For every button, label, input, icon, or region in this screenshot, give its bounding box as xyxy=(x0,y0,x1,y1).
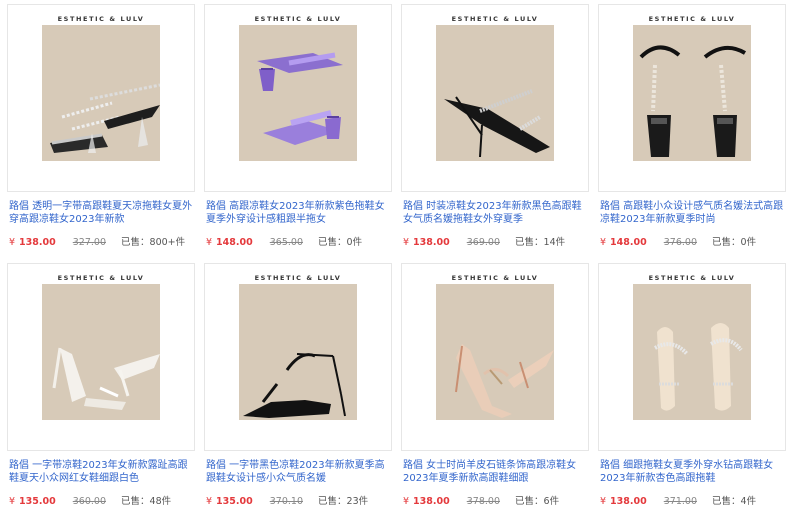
product-title-link[interactable]: 路倡 一字带黑色凉鞋2023年新款夏季高跟鞋女设计感小众气质名媛 xyxy=(206,459,390,485)
currency-symbol: ¥ xyxy=(9,496,16,507)
sold-count: 已售：6件 xyxy=(515,496,560,507)
product-title-link[interactable]: 路倡 一字带凉鞋2023年女新款露趾高跟鞋夏天小众网红女鞋细跟白色 xyxy=(9,459,193,485)
currency-symbol: ¥ xyxy=(403,496,410,507)
product-title-link[interactable]: 路倡 高跟鞋小众设计感气质名媛法式高跟凉鞋2023年新款夏季时尚 xyxy=(600,200,784,226)
product-meta: ¥148.00 365.00 已售：0件 xyxy=(206,236,390,250)
product-price: 138.00 xyxy=(413,237,450,248)
beige-crystal-heel-mule-image[interactable] xyxy=(633,284,751,420)
product-card[interactable]: ESTHETIC & LULV 路倡 时装凉鞋女2023年新款黑色高跟鞋女气质名… xyxy=(401,4,589,250)
original-price: 360.00 xyxy=(72,496,106,507)
currency-symbol: ¥ xyxy=(206,237,213,248)
original-price: 371.00 xyxy=(663,496,697,507)
black-strappy-heel-image[interactable] xyxy=(239,284,357,420)
white-strappy-heel-image[interactable] xyxy=(42,284,160,420)
brand-label: ESTHETIC & LULV xyxy=(451,274,539,282)
product-card[interactable]: ESTHETIC & LULV 路倡 女士时尚羊皮石链条饰高跟凉鞋女2023年夏… xyxy=(401,263,589,509)
black-rhinestone-mule-image[interactable] xyxy=(436,25,554,161)
nude-chain-heel-image[interactable] xyxy=(436,284,554,420)
sold-count: 已售：0件 xyxy=(712,237,757,248)
sold-count: 已售：800+件 xyxy=(121,237,186,248)
product-meta: ¥148.00 376.00 已售：0件 xyxy=(600,236,784,250)
product-title-link[interactable]: 路倡 细跟拖鞋女夏季外穿水钻高跟鞋女2023年新款杏色高跟拖鞋 xyxy=(600,459,784,485)
black-pearl-ankle-strap-heel-image[interactable] xyxy=(633,25,751,161)
product-price: 138.00 xyxy=(610,496,647,507)
original-price: 327.00 xyxy=(72,237,106,248)
original-price: 378.00 xyxy=(466,496,500,507)
product-meta: ¥135.00 370.10 已售：23件 xyxy=(206,495,390,509)
product-price: 135.00 xyxy=(216,496,253,507)
brand-label: ESTHETIC & LULV xyxy=(57,274,145,282)
sold-count: 已售：48件 xyxy=(121,496,172,507)
product-meta: ¥138.00 378.00 已售：6件 xyxy=(403,495,587,509)
product-card[interactable]: ESTHETIC & LULV 路倡 高跟鞋小众设计感气质名媛法式高跟凉鞋202… xyxy=(598,4,786,250)
original-price: 365.00 xyxy=(269,237,303,248)
product-title-link[interactable]: 路倡 高跟凉鞋女2023年新款紫色拖鞋女夏季外穿设计感粗跟半拖女 xyxy=(206,200,390,226)
product-title-link[interactable]: 路倡 时装凉鞋女2023年新款黑色高跟鞋女气质名媛拖鞋女外穿夏季 xyxy=(403,200,587,226)
brand-label: ESTHETIC & LULV xyxy=(451,15,539,23)
clear-strap-heel-sandal-image[interactable] xyxy=(42,25,160,161)
product-image-frame[interactable]: ESTHETIC & LULV xyxy=(401,263,589,451)
product-image-frame[interactable]: ESTHETIC & LULV xyxy=(598,4,786,192)
brand-label: ESTHETIC & LULV xyxy=(648,274,736,282)
product-card[interactable]: ESTHETIC & LULV 路倡 高跟凉鞋女2023年新款紫色拖鞋女夏季外穿… xyxy=(204,4,392,250)
original-price: 370.10 xyxy=(269,496,303,507)
product-meta: ¥138.00 327.00 已售：800+件 xyxy=(9,236,193,250)
purple-block-heel-slide-image[interactable] xyxy=(239,25,357,161)
product-price: 135.00 xyxy=(19,496,56,507)
currency-symbol: ¥ xyxy=(206,496,213,507)
product-price: 138.00 xyxy=(19,237,56,248)
currency-symbol: ¥ xyxy=(600,496,607,507)
currency-symbol: ¥ xyxy=(403,237,410,248)
product-card[interactable]: ESTHETIC & LULV 路倡 一字带凉鞋2023年女新款露趾高跟鞋夏天小… xyxy=(7,263,195,509)
product-card[interactable]: ESTHETIC & LULV 路倡 一字带黑色凉鞋2023年新款夏季高跟鞋女设… xyxy=(204,263,392,509)
product-meta: ¥135.00 360.00 已售：48件 xyxy=(9,495,193,509)
brand-label: ESTHETIC & LULV xyxy=(254,274,342,282)
sold-count: 已售：23件 xyxy=(318,496,369,507)
product-image-frame[interactable]: ESTHETIC & LULV xyxy=(7,4,195,192)
product-card[interactable]: ESTHETIC & LULV 路倡 细跟拖鞋女夏季外穿水钻高跟鞋女2023年新… xyxy=(598,263,786,509)
original-price: 369.00 xyxy=(466,237,500,248)
sold-count: 已售：14件 xyxy=(515,237,566,248)
brand-label: ESTHETIC & LULV xyxy=(648,15,736,23)
product-meta: ¥138.00 371.00 已售：4件 xyxy=(600,495,784,509)
sold-count: 已售：4件 xyxy=(712,496,757,507)
original-price: 376.00 xyxy=(663,237,697,248)
currency-symbol: ¥ xyxy=(600,237,607,248)
product-title-link[interactable]: 路倡 女士时尚羊皮石链条饰高跟凉鞋女2023年夏季新款高跟鞋细跟 xyxy=(403,459,587,485)
product-grid: ESTHETIC & LULV 路倡 透明一字带高跟鞋夏天凉拖鞋女夏外穿高跟凉鞋… xyxy=(0,0,800,522)
product-price: 138.00 xyxy=(413,496,450,507)
product-image-frame[interactable]: ESTHETIC & LULV xyxy=(204,4,392,192)
brand-label: ESTHETIC & LULV xyxy=(57,15,145,23)
product-image-frame[interactable]: ESTHETIC & LULV xyxy=(401,4,589,192)
product-price: 148.00 xyxy=(216,237,253,248)
product-meta: ¥138.00 369.00 已售：14件 xyxy=(403,236,587,250)
brand-label: ESTHETIC & LULV xyxy=(254,15,342,23)
currency-symbol: ¥ xyxy=(9,237,16,248)
product-title-link[interactable]: 路倡 透明一字带高跟鞋夏天凉拖鞋女夏外穿高跟凉鞋女2023年新款 xyxy=(9,200,193,226)
product-image-frame[interactable]: ESTHETIC & LULV xyxy=(598,263,786,451)
product-price: 148.00 xyxy=(610,237,647,248)
product-image-frame[interactable]: ESTHETIC & LULV xyxy=(204,263,392,451)
product-card[interactable]: ESTHETIC & LULV 路倡 透明一字带高跟鞋夏天凉拖鞋女夏外穿高跟凉鞋… xyxy=(7,4,195,250)
sold-count: 已售：0件 xyxy=(318,237,363,248)
product-image-frame[interactable]: ESTHETIC & LULV xyxy=(7,263,195,451)
